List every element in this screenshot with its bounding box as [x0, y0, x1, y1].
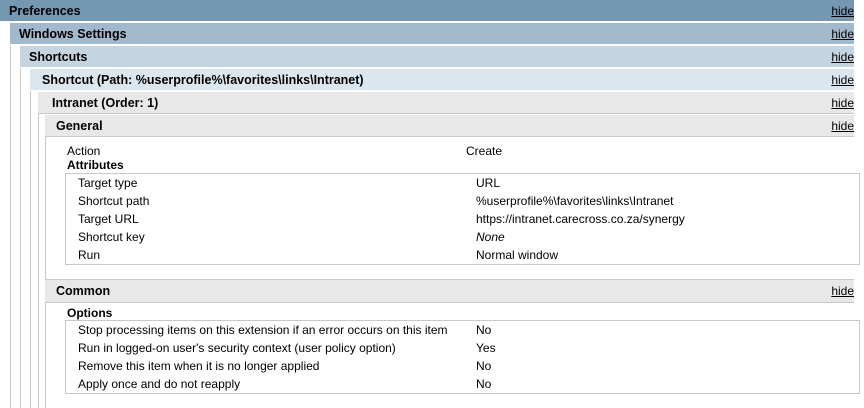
- row-value: Normal window: [476, 248, 559, 262]
- row-value: No: [476, 323, 492, 337]
- indent-line: [20, 46, 21, 408]
- options-title: Options: [67, 306, 113, 320]
- row-label: Run: [78, 248, 101, 262]
- row-label: Stop processing items on this extension …: [78, 323, 448, 337]
- attributes-title: Attributes: [67, 158, 124, 172]
- attributes-table: Target type URL Shortcut path %userprofile…: [65, 173, 860, 265]
- row-value: Yes: [476, 341, 496, 355]
- row-value: No: [476, 359, 492, 373]
- table-row: Target URL https://intranet.carecross.co.…: [66, 210, 859, 228]
- indent-line: [30, 69, 31, 408]
- table-row: Shortcut key None: [66, 228, 859, 246]
- row-value: URL: [476, 176, 501, 190]
- section-title: Windows Settings: [19, 27, 127, 41]
- section-header-common: Common hide: [45, 279, 854, 303]
- section-header-shortcuts: Shortcuts hide: [20, 46, 854, 68]
- table-row: Target type URL: [66, 174, 859, 192]
- hide-link[interactable]: hide: [831, 115, 854, 137]
- row-value: %userprofile%\favorites\links\Intranet: [476, 194, 674, 208]
- hide-link[interactable]: hide: [831, 92, 854, 114]
- row-value: https://intranet.carecross.co.za/synergy: [476, 212, 685, 226]
- hide-link[interactable]: hide: [831, 0, 854, 22]
- hide-link[interactable]: hide: [831, 69, 854, 91]
- row-label: Apply once and do not reapply: [78, 377, 241, 391]
- table-row: Shortcut path %userprofile%\favorites\lin…: [66, 192, 859, 210]
- table-row: Run in logged-on user's security context…: [66, 339, 859, 357]
- section-title: Intranet (Order: 1): [52, 96, 159, 110]
- row-value: No: [476, 377, 492, 391]
- indent-line: [38, 92, 39, 408]
- section-header-intranet: Intranet (Order: 1) hide: [38, 92, 854, 114]
- hide-link[interactable]: hide: [831, 46, 854, 68]
- table-row: Apply once and do not reapply No: [66, 375, 859, 393]
- hide-link[interactable]: hide: [831, 280, 854, 302]
- action-label: Action: [67, 144, 101, 158]
- indent-line: [10, 23, 11, 408]
- section-header-shortcut: Shortcut (Path: %userprofile%\favorites\…: [30, 69, 854, 91]
- row-label: Shortcut path: [78, 194, 150, 208]
- section-title: Preferences: [9, 4, 81, 18]
- table-row: Remove this item when it is no longer ap…: [66, 357, 859, 375]
- section-title: Shortcut (Path: %userprofile%\favorites\…: [42, 73, 364, 87]
- row-label: Shortcut key: [78, 230, 145, 244]
- section-title: Shortcuts: [29, 50, 88, 64]
- table-row: Stop processing items on this extension …: [66, 321, 859, 339]
- row-value: None: [476, 230, 505, 244]
- hide-link[interactable]: hide: [831, 23, 854, 45]
- indent-line: [45, 115, 46, 408]
- section-title: Common: [56, 284, 111, 298]
- options-table: Stop processing items on this extension …: [65, 320, 860, 394]
- row-label: Target URL: [78, 212, 139, 226]
- action-value: Create: [466, 144, 503, 158]
- table-row: Run Normal window: [66, 246, 859, 264]
- row-label: Target type: [78, 176, 138, 190]
- row-label: Run in logged-on user's security context…: [78, 341, 396, 355]
- section-header-general: General hide: [45, 115, 854, 137]
- row-label: Remove this item when it is no longer ap…: [78, 359, 320, 373]
- section-title: General: [56, 119, 103, 133]
- section-header-windows-settings: Windows Settings hide: [10, 23, 854, 45]
- section-header-preferences: Preferences hide: [0, 0, 854, 22]
